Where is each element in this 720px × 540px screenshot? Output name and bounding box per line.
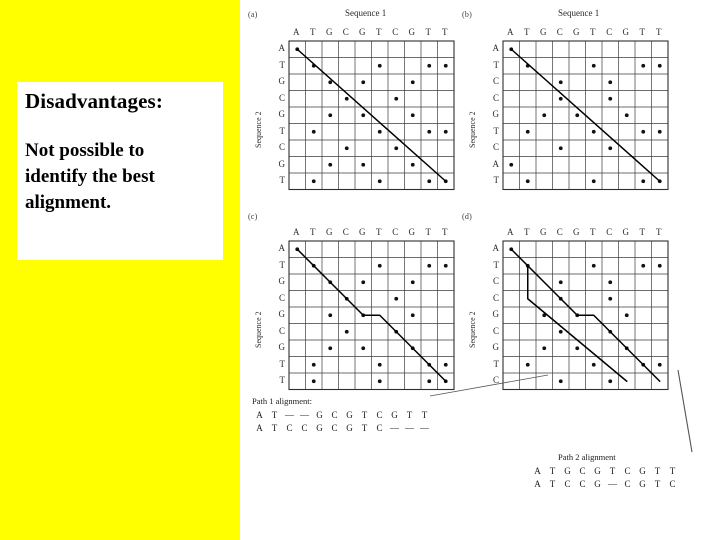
column-label: T <box>639 227 646 237</box>
alignment-residue: T <box>421 410 428 420</box>
path-2-alignment: Path 2 alignment A T G C G T C G T T A T C C G — C G T C <box>530 452 680 491</box>
row-label: G <box>492 342 500 353</box>
card-title: Disadvantages: <box>25 89 163 113</box>
row-label: T <box>493 259 500 270</box>
sequence1-column-labels: ATGCGTCGTT <box>502 227 667 237</box>
row-label: A <box>492 243 500 254</box>
alignment-residue: G <box>346 423 353 433</box>
column-label: G <box>573 227 580 237</box>
card-body: Not possible to identify the best alignm… <box>25 138 217 216</box>
row-label: C <box>492 292 499 303</box>
sequence2-title: Sequence 2 <box>468 311 477 348</box>
alignment-residue: A <box>256 410 263 420</box>
alignment-residue: T <box>406 410 413 420</box>
alignment-residue: — <box>405 423 414 433</box>
column-label: C <box>556 227 563 237</box>
alignment-residue: T <box>549 479 556 489</box>
row-label: C <box>492 276 499 287</box>
alignment-residue: C <box>376 423 383 433</box>
alignment-residue: — <box>608 479 617 489</box>
alignment-residue: G <box>316 410 323 420</box>
alignment-residue: T <box>271 423 278 433</box>
alignment-residue: C <box>376 410 383 420</box>
column-label: C <box>606 227 613 237</box>
path-1-alignment-label: Path 1 alignment: <box>252 396 312 406</box>
yellow-background-panel: Disadvantages: Not possible to identify … <box>0 0 240 540</box>
alignment-residue: T <box>549 466 556 476</box>
dotplot-grid <box>502 240 669 391</box>
card-body-line-3: alignment. <box>25 192 112 213</box>
alignment-residue: — <box>420 423 429 433</box>
card-body-line-2: identify the best <box>25 166 155 187</box>
column-label: G <box>622 227 630 237</box>
alignment-residue: G <box>639 466 646 476</box>
alignment-residue: G <box>391 410 398 420</box>
alignment-residue: A <box>534 466 541 476</box>
column-label: T <box>524 227 530 237</box>
alignment-residue: C <box>331 423 338 433</box>
disadvantages-text-card: Disadvantages: Not possible to identify … <box>17 82 223 260</box>
alignment-residue: C <box>669 479 676 489</box>
alignment-residue: T <box>669 466 676 476</box>
column-label: T <box>656 227 662 237</box>
alignment-residue: — <box>300 410 309 420</box>
path-1-alignment-row-bottom: A T C C G C G T C — — — <box>252 422 432 435</box>
alignment-residue: G <box>594 466 601 476</box>
alignment-residue: C <box>624 466 631 476</box>
alignment-residue: G <box>564 466 571 476</box>
path-1-alignment-row-top: A T — — G C G T C G T T <box>252 409 432 422</box>
path-2-alignment-row-bottom: A T C C G — C G T C <box>530 478 680 491</box>
alignment-residue: T <box>654 479 661 489</box>
column-label: A <box>507 227 514 237</box>
alignment-residue: C <box>301 423 308 433</box>
alignment-residue: G <box>316 423 323 433</box>
alignment-residue: C <box>286 423 293 433</box>
alignment-residue: — <box>390 423 399 433</box>
alignment-residue: C <box>579 466 586 476</box>
alignment-residue: — <box>285 410 294 420</box>
path-1-alignment: Path 1 alignment: A T — — G C G T C G T T A T C C G C G T C — —… <box>252 396 432 435</box>
slide-canvas: Disadvantages: Not possible to identify … <box>0 0 720 540</box>
alignment-residue: T <box>609 466 616 476</box>
dotplot-figure: (a) Sequence 1 Sequence 2ATGCGTCGTTATGCGTC… <box>240 0 720 540</box>
card-body-line-1: Not possible to <box>25 140 145 161</box>
alignment-residue: T <box>654 466 661 476</box>
alignment-residue: T <box>361 410 368 420</box>
alignment-residue: A <box>256 423 263 433</box>
alignment-residue: C <box>331 410 338 420</box>
panel-tag: (d) <box>462 212 472 221</box>
row-label: G <box>492 309 500 320</box>
sequence2-row-labels: ATCCGCGTC <box>486 240 502 389</box>
alignment-residue: C <box>564 479 571 489</box>
path-2-alignment-label: Path 2 alignment <box>558 452 616 462</box>
alignment-residue: T <box>271 410 278 420</box>
alignment-residue: G <box>346 410 353 420</box>
alignment-residue: A <box>534 479 541 489</box>
row-label: T <box>493 358 500 369</box>
column-label: G <box>540 227 547 237</box>
row-label: C <box>492 375 499 386</box>
path-2-alignment-row-top: ATGCGTCGTT <box>530 465 680 478</box>
alignment-residue: C <box>624 479 631 489</box>
alignment-residue: C <box>579 479 586 489</box>
column-label: T <box>590 227 596 237</box>
alignment-residue: G <box>594 479 601 489</box>
alignment-residue: G <box>639 479 646 489</box>
row-label: C <box>492 325 499 336</box>
alignment-residue: T <box>361 423 368 433</box>
